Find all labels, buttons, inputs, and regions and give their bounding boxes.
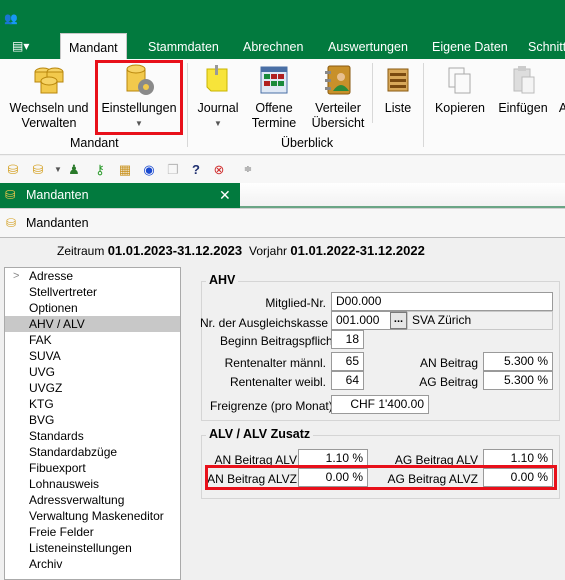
globe-icon[interactable]: ◉ bbox=[141, 162, 157, 178]
tab-mandant[interactable]: Mandant bbox=[60, 33, 127, 59]
quick-access-toolbar: ⛁ ⛁ ▼ ♟ ⚷ ▦ ◉ ❐ ? ⊗ ≑ bbox=[0, 156, 565, 183]
verteiler-uebersicht-button[interactable]: Verteiler Übersicht bbox=[310, 63, 366, 131]
copy-disabled-icon: ❐ bbox=[167, 162, 179, 177]
tab-stammdaten[interactable]: Stammdaten bbox=[140, 33, 227, 59]
alv-group-title: ALV / ALV Zusatz bbox=[206, 427, 314, 441]
einfuegen-button[interactable]: Einfügen bbox=[496, 63, 550, 116]
group-label-ueberblick: Überblick bbox=[281, 136, 334, 150]
nav-item[interactable]: FAK bbox=[5, 332, 180, 348]
databases-icon bbox=[32, 63, 66, 97]
dropdown-arrow-icon[interactable]: ▼ bbox=[50, 162, 66, 178]
nav-item[interactable]: Verwaltung Maskeneditor bbox=[5, 508, 180, 524]
database-settings-icon: ⛁ bbox=[6, 216, 17, 230]
sticky-note-icon bbox=[201, 63, 235, 97]
nav-item[interactable]: Archiv bbox=[5, 556, 180, 572]
dropdown-arrow-icon: ▼ bbox=[214, 119, 222, 128]
kasse-name-display: SVA Zürich bbox=[407, 311, 553, 330]
highlight-box bbox=[205, 465, 557, 490]
ag-beitrag-label: AG Beitrag bbox=[419, 375, 478, 389]
mitglied-label: Mitglied-Nr. bbox=[265, 296, 326, 310]
nav-item[interactable]: Lohnausweis bbox=[5, 476, 180, 492]
settings-nav-tree: > Adresse Stellvertreter Optionen AHV / ALV F… bbox=[4, 267, 181, 580]
tab-schnittstellen[interactable]: Schnitt bbox=[520, 33, 565, 59]
liste-button[interactable]: Liste bbox=[380, 63, 416, 116]
sub-header: ⛁ Mandanten bbox=[0, 208, 565, 238]
key-icon[interactable]: ⚷ bbox=[92, 162, 108, 178]
freigrenze-label: Freigrenze (pro Monat) bbox=[210, 399, 333, 413]
mitglied-input[interactable]: D00.000 bbox=[331, 292, 553, 311]
kopieren-button[interactable]: Kopieren bbox=[432, 63, 488, 116]
databases-icon[interactable]: ⛁ bbox=[5, 162, 21, 178]
kasse-lookup-button[interactable]: ... bbox=[390, 312, 407, 329]
ahv-group-title: AHV bbox=[206, 273, 239, 287]
nav-item[interactable]: Stellvertreter bbox=[5, 284, 180, 300]
close-icon[interactable]: ✕ bbox=[219, 183, 231, 208]
separator bbox=[372, 63, 373, 123]
list-icon bbox=[381, 63, 415, 97]
highlight-box bbox=[95, 60, 183, 135]
rentenalter-m-label: Rentenalter männl. bbox=[224, 356, 326, 370]
tab-auswertungen[interactable]: Auswertungen bbox=[320, 33, 416, 59]
nav-item[interactable]: Optionen bbox=[5, 300, 180, 316]
help-icon[interactable]: ? bbox=[188, 162, 204, 178]
database-settings-icon[interactable]: ⛁ bbox=[30, 162, 46, 178]
ribbon-tab-bar: ▤▾ Mandant Stammdaten Abrechnen Auswertu… bbox=[0, 33, 565, 59]
copy-icon bbox=[443, 63, 477, 97]
title-bar: 👥 bbox=[0, 0, 565, 33]
sub-header-title: Mandanten bbox=[26, 216, 89, 230]
rentenalter-w-label: Rentenalter weibl. bbox=[229, 375, 326, 389]
tab-eigene-daten[interactable]: Eigene Daten bbox=[424, 33, 516, 59]
document-tab[interactable]: ⛁ Mandanten ✕ bbox=[0, 183, 240, 208]
address-book-icon bbox=[321, 63, 355, 97]
nav-item[interactable]: Freie Felder bbox=[5, 524, 180, 540]
rentenalter-m-input[interactable]: 65 bbox=[331, 352, 364, 371]
more-button[interactable]: A bbox=[558, 101, 565, 116]
kasse-label: Nr. der Ausgleichskasse bbox=[200, 316, 329, 330]
app-menu-button[interactable]: ▤▾ bbox=[12, 39, 42, 53]
calendar-grid-icon bbox=[257, 63, 291, 97]
tab-abrechnen[interactable]: Abrechnen bbox=[235, 33, 311, 59]
customize-toolbar-icon[interactable]: ≑ bbox=[240, 162, 256, 178]
rentenalter-w-input[interactable]: 64 bbox=[331, 371, 364, 390]
nav-item[interactable]: Fibuexport bbox=[5, 460, 180, 476]
beginn-input[interactable]: 18 bbox=[331, 330, 364, 349]
nav-item[interactable]: Listeneinstellungen bbox=[5, 540, 180, 556]
separator bbox=[187, 63, 188, 147]
separator bbox=[423, 63, 424, 147]
nav-item[interactable]: BVG bbox=[5, 412, 180, 428]
wechseln-verwalten-button[interactable]: Wechseln und Verwalten bbox=[8, 63, 90, 131]
nav-item[interactable]: SUVA bbox=[5, 348, 180, 364]
nav-item[interactable]: Adressverwaltung bbox=[5, 492, 180, 508]
offene-termine-button[interactable]: Offene Termine bbox=[249, 63, 299, 131]
folder-list-icon[interactable]: ▦ bbox=[117, 162, 133, 178]
person-icon[interactable]: ♟ bbox=[66, 162, 82, 178]
nav-item[interactable]: AHV / ALV bbox=[5, 316, 180, 332]
an-beitrag-input[interactable]: 5.300 % bbox=[483, 352, 553, 371]
nav-item[interactable]: UVGZ bbox=[5, 380, 180, 396]
close-circle-icon[interactable]: ⊗ bbox=[211, 162, 227, 178]
app-users-icon: 👥 bbox=[4, 13, 18, 25]
nav-item[interactable]: Standardabzüge bbox=[5, 444, 180, 460]
period-zeitraum: Zeitraum 01.01.2023-31.12.2023 bbox=[57, 243, 243, 258]
ribbon: Wechseln und Verwalten Einstellungen ▼ M… bbox=[0, 59, 565, 155]
nav-item[interactable]: > Adresse bbox=[5, 268, 180, 284]
group-label-mandant: Mandant bbox=[70, 136, 119, 150]
period-vorjahr: Vorjahr 01.01.2022-31.12.2022 bbox=[249, 243, 425, 258]
freigrenze-input[interactable]: CHF 1'400.00 bbox=[331, 395, 429, 414]
nav-item[interactable]: UVG bbox=[5, 364, 180, 380]
nav-item[interactable]: Standards bbox=[5, 428, 180, 444]
an-beitrag-label: AN Beitrag bbox=[419, 356, 478, 370]
database-settings-icon: ⛁ bbox=[5, 188, 16, 202]
document-tab-title: Mandanten bbox=[26, 188, 89, 202]
journal-button[interactable]: Journal ▼ bbox=[195, 63, 241, 131]
nav-item[interactable]: KTG bbox=[5, 396, 180, 412]
chevron-right-icon[interactable]: > bbox=[13, 268, 19, 284]
paste-icon bbox=[506, 63, 540, 97]
tab-strip-empty bbox=[240, 183, 565, 208]
beginn-label: Beginn Beitragspflicht bbox=[220, 334, 337, 348]
ag-beitrag-input[interactable]: 5.300 % bbox=[483, 371, 553, 390]
